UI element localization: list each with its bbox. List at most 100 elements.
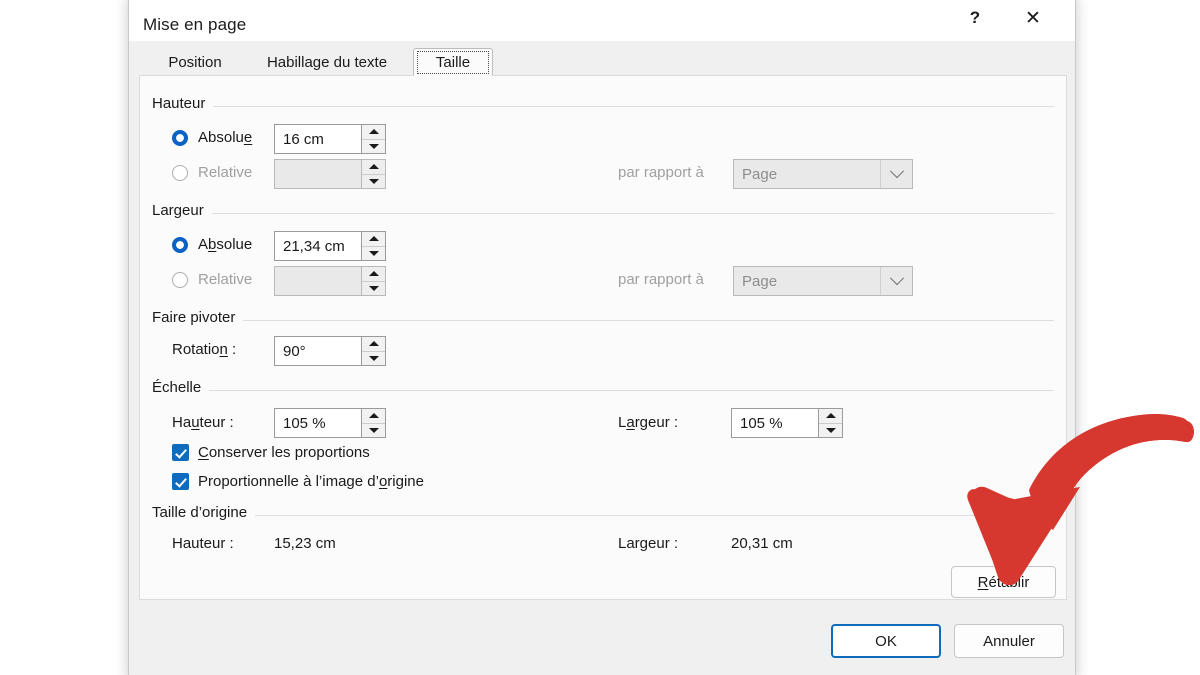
spin-rotation[interactable]: 90°	[274, 336, 386, 366]
spin-echelle-largeur[interactable]: 105 %	[731, 408, 843, 438]
cancel-button[interactable]: Annuler	[954, 624, 1064, 658]
echelle-hauteur-label: Hauteur :	[172, 414, 234, 431]
dialog-footer: OK Annuler	[129, 600, 1075, 675]
radio-hauteur-absolue[interactable]	[172, 130, 188, 146]
spin-largeur-relative-buttons	[361, 267, 385, 295]
spin-up-icon[interactable]	[362, 232, 385, 247]
spin-up-icon[interactable]	[362, 125, 385, 140]
chevron-down-icon	[880, 160, 912, 188]
spin-down-icon[interactable]	[362, 424, 385, 438]
group-taille-origine: Taille d’origine	[140, 504, 1066, 522]
radio-largeur-absolue[interactable]	[172, 237, 188, 253]
group-hauteur: Hauteur	[140, 95, 1066, 113]
spin-down-icon[interactable]	[362, 140, 385, 154]
group-largeur-rule	[152, 213, 1054, 214]
group-taille-origine-label: Taille d’origine	[152, 504, 256, 521]
spin-echelle-hauteur[interactable]: 105 %	[274, 408, 386, 438]
echelle-largeur-label: Largeur :	[618, 414, 679, 431]
checkbox-proportionnelle-image-origine-label: Proportionnelle à l’image d’origine	[198, 473, 424, 490]
spin-up-icon[interactable]	[819, 409, 842, 424]
dialog-titlebar: Mise en page ? ✕	[129, 0, 1075, 41]
screen: Mise en page ? ✕ Position Habillage du t…	[0, 0, 1200, 675]
spin-hauteur-absolue[interactable]: 16 cm	[274, 124, 386, 154]
radio-largeur-absolue-label: Absolue	[198, 236, 253, 253]
spin-hauteur-relative	[274, 159, 386, 189]
radio-hauteur-absolue-label: Absolue	[198, 129, 253, 146]
spin-down-icon[interactable]	[819, 424, 842, 438]
spin-hauteur-relative-value	[275, 160, 361, 188]
spin-down-icon[interactable]	[362, 247, 385, 261]
hauteur-relative-to-label: par rapport à	[618, 164, 704, 181]
spin-down-icon	[362, 282, 385, 296]
spin-hauteur-relative-buttons	[361, 160, 385, 188]
radio-hauteur-relative-label: Relative	[198, 164, 253, 181]
radio-hauteur-relative[interactable]	[172, 165, 188, 181]
combo-largeur-relative-to: Page	[733, 266, 913, 296]
tab-position[interactable]: Position	[149, 48, 241, 76]
group-hauteur-label: Hauteur	[152, 95, 214, 112]
spin-largeur-absolue-buttons[interactable]	[361, 232, 385, 260]
help-icon[interactable]: ?	[953, 1, 997, 35]
tab-strip: Position Habillage du texte Taille	[139, 48, 1067, 76]
page-layout-dialog: Mise en page ? ✕ Position Habillage du t…	[128, 0, 1076, 675]
retablir-button[interactable]: Rétablir	[951, 566, 1056, 598]
close-icon[interactable]: ✕	[1011, 1, 1055, 35]
tab-habillage-label: Habillage du texte	[266, 53, 388, 71]
radio-hauteur-relative-ring	[172, 165, 188, 181]
group-faire-pivoter-label: Faire pivoter	[152, 309, 244, 326]
radio-hauteur-absolue-ring	[172, 130, 188, 146]
spin-largeur-absolue[interactable]: 21,34 cm	[274, 231, 386, 261]
group-faire-pivoter: Faire pivoter	[140, 309, 1066, 327]
group-faire-pivoter-rule	[152, 320, 1054, 321]
combo-hauteur-relative-to-value: Page	[742, 165, 778, 183]
spin-rotation-value: 90°	[283, 342, 306, 360]
spin-echelle-hauteur-value: 105 %	[283, 414, 326, 432]
largeur-relative-to-label: par rapport à	[618, 271, 704, 288]
rotation-label: Rotation :	[172, 341, 237, 358]
origine-hauteur-value: 15,23 cm	[274, 535, 336, 552]
radio-largeur-relative[interactable]	[172, 272, 188, 288]
checkbox-conserver-proportions-label: Conserver les proportions	[198, 444, 370, 461]
group-taille-origine-rule	[152, 515, 1054, 516]
checkbox-conserver-proportions[interactable]	[172, 444, 189, 461]
group-largeur: Largeur	[140, 202, 1066, 220]
taille-panel: Hauteur Absolue 16 cm Relative par rappo…	[139, 75, 1067, 600]
radio-largeur-relative-ring	[172, 272, 188, 288]
spin-echelle-largeur-value: 105 %	[740, 414, 783, 432]
group-hauteur-rule	[152, 106, 1054, 107]
tab-position-label: Position	[168, 53, 222, 71]
spin-echelle-hauteur-buttons[interactable]	[361, 409, 385, 437]
tab-habillage-du-texte[interactable]: Habillage du texte	[241, 48, 413, 76]
dialog-title: Mise en page	[143, 15, 247, 34]
origine-largeur-label: Largeur :	[618, 535, 679, 552]
spin-down-icon[interactable]	[362, 352, 385, 366]
combo-largeur-relative-to-value: Page	[742, 272, 778, 290]
ok-button-label: OK	[875, 632, 897, 650]
checkbox-proportionnelle-image-origine[interactable]	[172, 473, 189, 490]
spin-up-icon[interactable]	[362, 337, 385, 352]
spin-up-icon	[362, 160, 385, 175]
spin-largeur-relative	[274, 266, 386, 296]
group-largeur-label: Largeur	[152, 202, 212, 219]
spin-hauteur-absolue-value: 16 cm	[283, 130, 324, 148]
combo-hauteur-relative-to: Page	[733, 159, 913, 189]
origine-hauteur-label: Hauteur :	[172, 535, 234, 552]
spin-largeur-absolue-value: 21,34 cm	[283, 237, 345, 255]
spin-rotation-buttons[interactable]	[361, 337, 385, 365]
group-echelle: Échelle	[140, 379, 1066, 397]
spin-up-icon	[362, 267, 385, 282]
radio-largeur-absolue-ring	[172, 237, 188, 253]
tab-taille[interactable]: Taille	[413, 48, 493, 76]
spin-up-icon[interactable]	[362, 409, 385, 424]
group-echelle-rule	[152, 390, 1054, 391]
chevron-down-icon	[880, 267, 912, 295]
spin-down-icon	[362, 175, 385, 189]
cancel-button-label: Annuler	[983, 632, 1035, 650]
tab-taille-label: Taille	[435, 53, 471, 71]
spin-echelle-largeur-buttons[interactable]	[818, 409, 842, 437]
radio-largeur-relative-label: Relative	[198, 271, 253, 288]
ok-button[interactable]: OK	[831, 624, 941, 658]
group-echelle-label: Échelle	[152, 379, 210, 396]
spin-hauteur-absolue-buttons[interactable]	[361, 125, 385, 153]
origine-largeur-value: 20,31 cm	[731, 535, 793, 552]
